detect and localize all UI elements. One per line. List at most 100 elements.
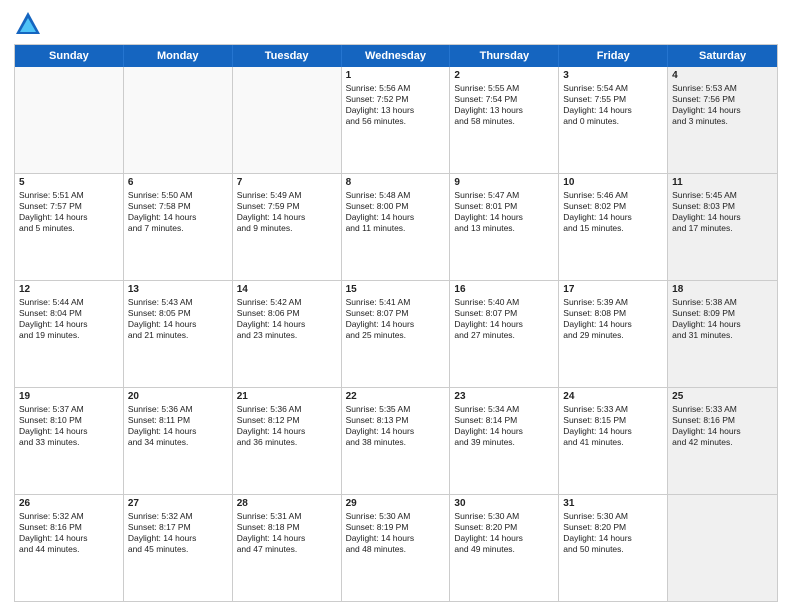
day-number: 3 <box>563 70 663 81</box>
calendar-cell-4: 4Sunrise: 5:53 AMSunset: 7:56 PMDaylight… <box>668 67 777 173</box>
day-number: 17 <box>563 284 663 295</box>
cell-line-0: Sunrise: 5:53 AM <box>672 83 773 94</box>
cell-line-2: Daylight: 14 hours <box>563 533 663 544</box>
cell-line-3: and 11 minutes. <box>346 223 446 234</box>
cell-line-0: Sunrise: 5:49 AM <box>237 190 337 201</box>
cell-line-0: Sunrise: 5:32 AM <box>128 511 228 522</box>
cell-line-0: Sunrise: 5:44 AM <box>19 297 119 308</box>
cell-line-2: Daylight: 14 hours <box>237 319 337 330</box>
calendar-cell-25: 25Sunrise: 5:33 AMSunset: 8:16 PMDayligh… <box>668 388 777 494</box>
cell-line-0: Sunrise: 5:42 AM <box>237 297 337 308</box>
cell-line-3: and 17 minutes. <box>672 223 773 234</box>
calendar-week-2: 12Sunrise: 5:44 AMSunset: 8:04 PMDayligh… <box>15 281 777 388</box>
cell-line-1: Sunset: 8:17 PM <box>128 522 228 533</box>
cell-line-3: and 13 minutes. <box>454 223 554 234</box>
cell-line-0: Sunrise: 5:37 AM <box>19 404 119 415</box>
header-day-friday: Friday <box>559 45 668 67</box>
cell-line-1: Sunset: 8:15 PM <box>563 415 663 426</box>
cell-line-3: and 49 minutes. <box>454 544 554 555</box>
calendar-cell-empty <box>668 495 777 601</box>
cell-line-2: Daylight: 14 hours <box>19 533 119 544</box>
cell-line-1: Sunset: 8:18 PM <box>237 522 337 533</box>
cell-line-1: Sunset: 8:05 PM <box>128 308 228 319</box>
cell-line-1: Sunset: 8:00 PM <box>346 201 446 212</box>
calendar-cell-empty <box>124 67 233 173</box>
calendar-cell-23: 23Sunrise: 5:34 AMSunset: 8:14 PMDayligh… <box>450 388 559 494</box>
calendar-cell-11: 11Sunrise: 5:45 AMSunset: 8:03 PMDayligh… <box>668 174 777 280</box>
cell-line-2: Daylight: 14 hours <box>19 426 119 437</box>
cell-line-3: and 45 minutes. <box>128 544 228 555</box>
calendar-cell-7: 7Sunrise: 5:49 AMSunset: 7:59 PMDaylight… <box>233 174 342 280</box>
day-number: 22 <box>346 391 446 402</box>
cell-line-2: Daylight: 14 hours <box>128 426 228 437</box>
cell-line-2: Daylight: 14 hours <box>19 319 119 330</box>
day-number: 8 <box>346 177 446 188</box>
cell-line-3: and 34 minutes. <box>128 437 228 448</box>
cell-line-3: and 9 minutes. <box>237 223 337 234</box>
calendar-week-4: 26Sunrise: 5:32 AMSunset: 8:16 PMDayligh… <box>15 495 777 601</box>
cell-line-2: Daylight: 14 hours <box>128 212 228 223</box>
cell-line-2: Daylight: 14 hours <box>563 426 663 437</box>
cell-line-2: Daylight: 14 hours <box>454 212 554 223</box>
logo-icon <box>14 10 42 38</box>
cell-line-0: Sunrise: 5:38 AM <box>672 297 773 308</box>
cell-line-1: Sunset: 8:20 PM <box>454 522 554 533</box>
cell-line-0: Sunrise: 5:41 AM <box>346 297 446 308</box>
cell-line-0: Sunrise: 5:48 AM <box>346 190 446 201</box>
cell-line-3: and 5 minutes. <box>19 223 119 234</box>
cell-line-2: Daylight: 14 hours <box>128 533 228 544</box>
header-day-monday: Monday <box>124 45 233 67</box>
calendar-cell-6: 6Sunrise: 5:50 AMSunset: 7:58 PMDaylight… <box>124 174 233 280</box>
cell-line-2: Daylight: 13 hours <box>346 105 446 116</box>
calendar-cell-24: 24Sunrise: 5:33 AMSunset: 8:15 PMDayligh… <box>559 388 668 494</box>
calendar-cell-27: 27 Sunrise: 5:32 AMSunset: 8:17 PMDayligh… <box>124 495 233 601</box>
cell-line-2: Daylight: 14 hours <box>672 319 773 330</box>
calendar-cell-17: 17Sunrise: 5:39 AMSunset: 8:08 PMDayligh… <box>559 281 668 387</box>
cell-line-2: Daylight: 14 hours <box>563 105 663 116</box>
cell-line-3: and 27 minutes. <box>454 330 554 341</box>
day-number: 25 <box>672 391 773 402</box>
cell-line-3: and 48 minutes. <box>346 544 446 555</box>
day-number: 28 <box>237 498 337 509</box>
cell-line-0: Sunrise: 5:50 AM <box>128 190 228 201</box>
cell-line-0: Sunrise: 5:30 AM <box>454 511 554 522</box>
cell-line-0: Sunrise: 5:33 AM <box>672 404 773 415</box>
cell-line-2: Daylight: 14 hours <box>672 105 773 116</box>
day-number: 9 <box>454 177 554 188</box>
day-number: 24 <box>563 391 663 402</box>
cell-line-1: Sunset: 8:10 PM <box>19 415 119 426</box>
calendar-cell-empty <box>233 67 342 173</box>
cell-line-3: and 19 minutes. <box>19 330 119 341</box>
cell-line-2: Daylight: 13 hours <box>454 105 554 116</box>
calendar-cell-1: 1Sunrise: 5:56 AMSunset: 7:52 PMDaylight… <box>342 67 451 173</box>
day-number: 27 <box>128 498 228 509</box>
day-number: 11 <box>672 177 773 188</box>
header-day-wednesday: Wednesday <box>342 45 451 67</box>
day-number: 21 <box>237 391 337 402</box>
day-number: 10 <box>563 177 663 188</box>
cell-line-1: Sunset: 8:16 PM <box>19 522 119 533</box>
cell-line-3: and 50 minutes. <box>563 544 663 555</box>
cell-line-1: Sunset: 7:52 PM <box>346 94 446 105</box>
cell-line-2: Daylight: 14 hours <box>454 319 554 330</box>
cell-line-3: and 15 minutes. <box>563 223 663 234</box>
cell-line-3: and 3 minutes. <box>672 116 773 127</box>
cell-line-2: Daylight: 14 hours <box>346 426 446 437</box>
cell-line-0: Sunrise: 5:31 AM <box>237 511 337 522</box>
day-number: 4 <box>672 70 773 81</box>
cell-line-0: Sunrise: 5:56 AM <box>346 83 446 94</box>
cell-line-3: and 23 minutes. <box>237 330 337 341</box>
cell-line-2: Daylight: 14 hours <box>563 212 663 223</box>
cell-line-3: and 31 minutes. <box>672 330 773 341</box>
cell-line-3: and 38 minutes. <box>346 437 446 448</box>
day-number: 23 <box>454 391 554 402</box>
calendar-week-1: 5Sunrise: 5:51 AMSunset: 7:57 PMDaylight… <box>15 174 777 281</box>
calendar-cell-18: 18Sunrise: 5:38 AMSunset: 8:09 PMDayligh… <box>668 281 777 387</box>
cell-line-3: and 7 minutes. <box>128 223 228 234</box>
cell-line-0: Sunrise: 5:51 AM <box>19 190 119 201</box>
header-day-sunday: Sunday <box>15 45 124 67</box>
calendar-cell-14: 14Sunrise: 5:42 AMSunset: 8:06 PMDayligh… <box>233 281 342 387</box>
cell-line-2: Daylight: 14 hours <box>237 533 337 544</box>
header <box>14 10 778 38</box>
cell-line-1: Sunset: 7:58 PM <box>128 201 228 212</box>
